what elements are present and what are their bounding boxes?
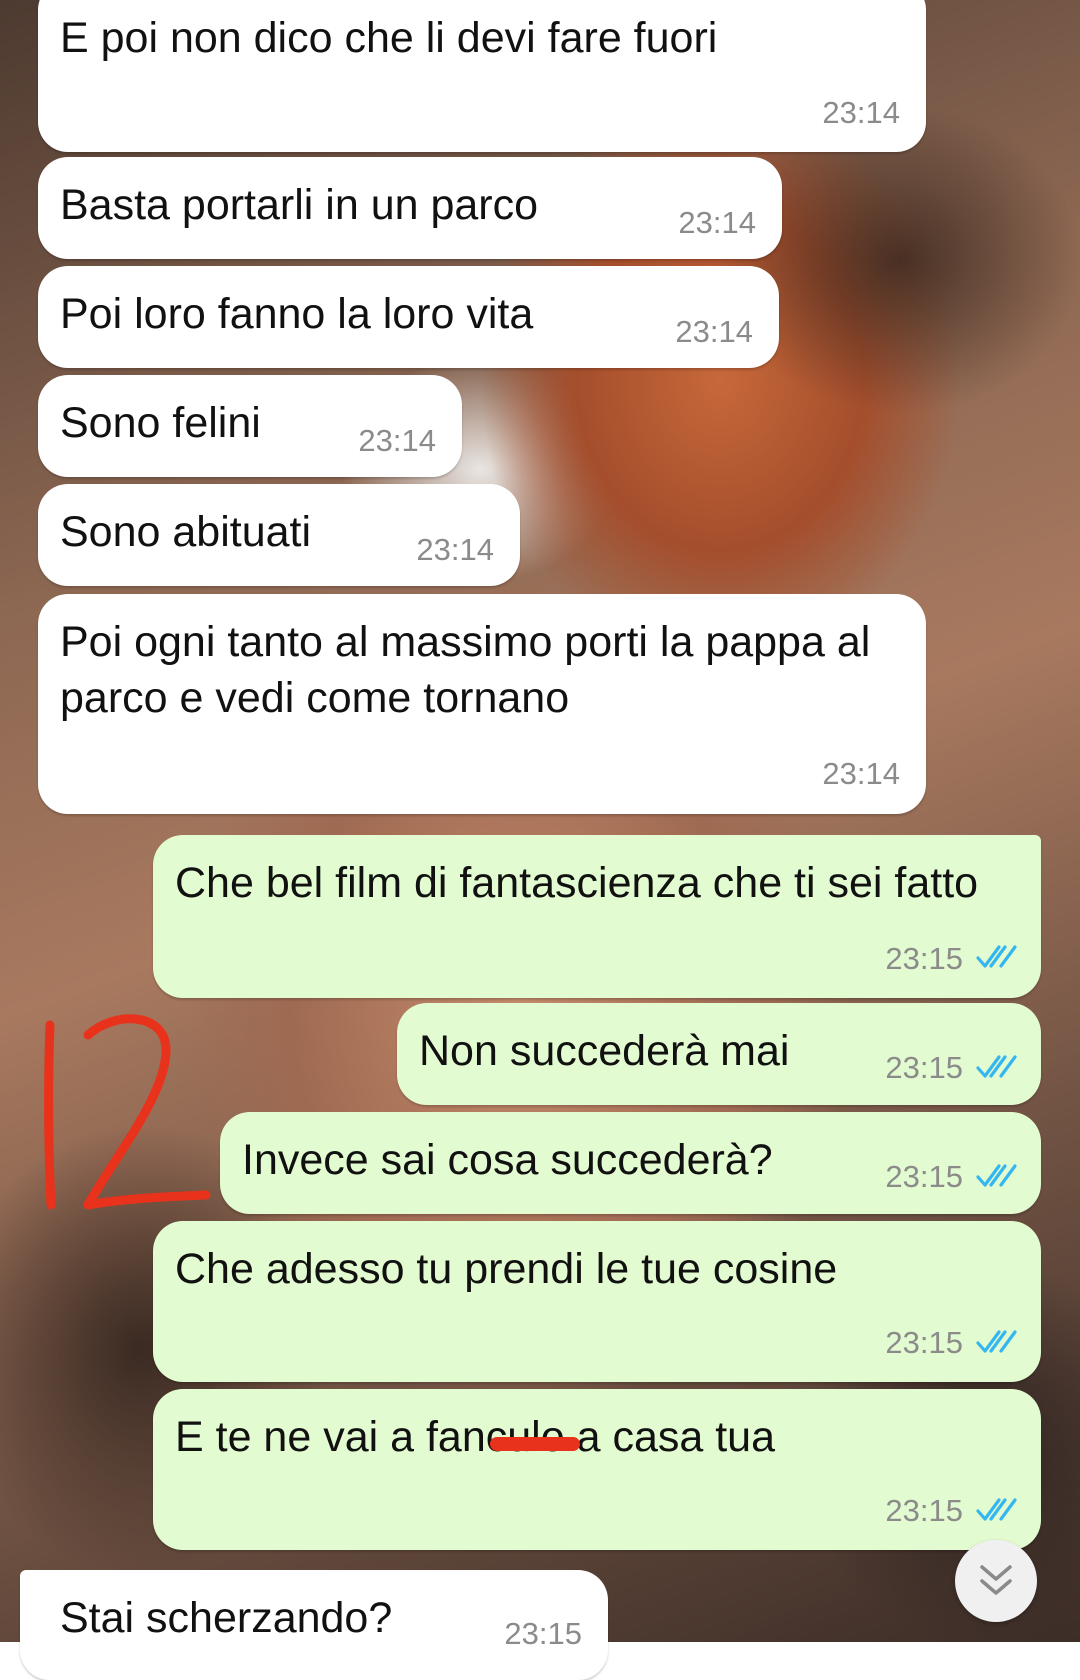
message-bubble-outgoing[interactable]: Invece sai cosa succederà? 23:15	[220, 1112, 1041, 1214]
message-time: 23:15	[885, 1050, 963, 1085]
message-bubble-incoming[interactable]: Sono felini 23:14	[38, 375, 462, 477]
message-text: Che bel film di fantascienza che ti sei …	[175, 859, 979, 907]
message-time: 23:14	[822, 756, 900, 791]
message-time: 23:14	[416, 532, 494, 567]
message-text: Invece sai cosa succederà?	[242, 1136, 773, 1184]
message-time: 23:14	[358, 423, 436, 458]
message-bubble-incoming[interactable]: E poi non dico che li devi fare fuori 23…	[38, 0, 926, 152]
message-time: 23:15	[885, 1325, 963, 1360]
message-text: Stai scherzando?	[60, 1594, 393, 1642]
message-text: Poi loro fanno la loro vita	[60, 290, 534, 338]
message-time: 23:15	[885, 1159, 963, 1194]
message-bubble-incoming[interactable]: Poi ogni tanto al massimo porti la pappa…	[38, 594, 926, 814]
message-time: 23:15	[504, 1616, 582, 1651]
message-text: Sono felini	[60, 399, 261, 447]
handwritten-annotation: 12	[44, 1014, 211, 1210]
message-bubble-outgoing[interactable]: Non succederà mai 23:15	[397, 1003, 1041, 1105]
message-time: 23:14	[678, 205, 756, 240]
double-check-icon	[976, 945, 1017, 968]
double-chevron-down-icon	[980, 1565, 1012, 1595]
message-bubble-outgoing[interactable]: Che adesso tu prendi le tue cosine 23:15	[153, 1221, 1041, 1382]
double-check-icon	[976, 1055, 1017, 1078]
message-bubble-outgoing[interactable]: E te ne vai a fanculo a casa tua 23:15	[153, 1389, 1041, 1550]
message-time: 23:15	[885, 941, 963, 976]
message-time: 23:14	[675, 314, 753, 349]
message-text: E te ne vai a fanculo a casa tua	[175, 1413, 776, 1461]
double-check-icon	[976, 1164, 1017, 1187]
scroll-down-button[interactable]	[955, 1540, 1037, 1622]
message-text: Basta portarli in un parco	[60, 181, 539, 229]
censor-strike-mark	[490, 1437, 580, 1451]
message-bubble-incoming[interactable]: Poi loro fanno la loro vita 23:14	[38, 266, 779, 368]
message-bubble-incoming[interactable]: Stai scherzando? 23:15	[20, 1570, 608, 1680]
message-text: Poi ogni tanto al massimo porti la pappa…	[60, 618, 871, 722]
message-text: Non succederà mai	[419, 1027, 790, 1075]
double-check-icon	[976, 1498, 1017, 1521]
message-text: E poi non dico che li devi fare fuori	[60, 14, 718, 62]
message-text: Che adesso tu prendi le tue cosine	[175, 1245, 838, 1293]
message-time: 23:14	[822, 95, 900, 130]
message-bubble-incoming[interactable]: Basta portarli in un parco 23:14	[38, 157, 782, 259]
message-bubble-outgoing[interactable]: Che bel film di fantascienza che ti sei …	[153, 835, 1041, 998]
message-bubble-incoming[interactable]: Sono abituati 23:14	[38, 484, 520, 586]
message-time: 23:15	[885, 1493, 963, 1528]
double-check-icon	[976, 1330, 1017, 1353]
message-text: Sono abituati	[60, 508, 312, 556]
